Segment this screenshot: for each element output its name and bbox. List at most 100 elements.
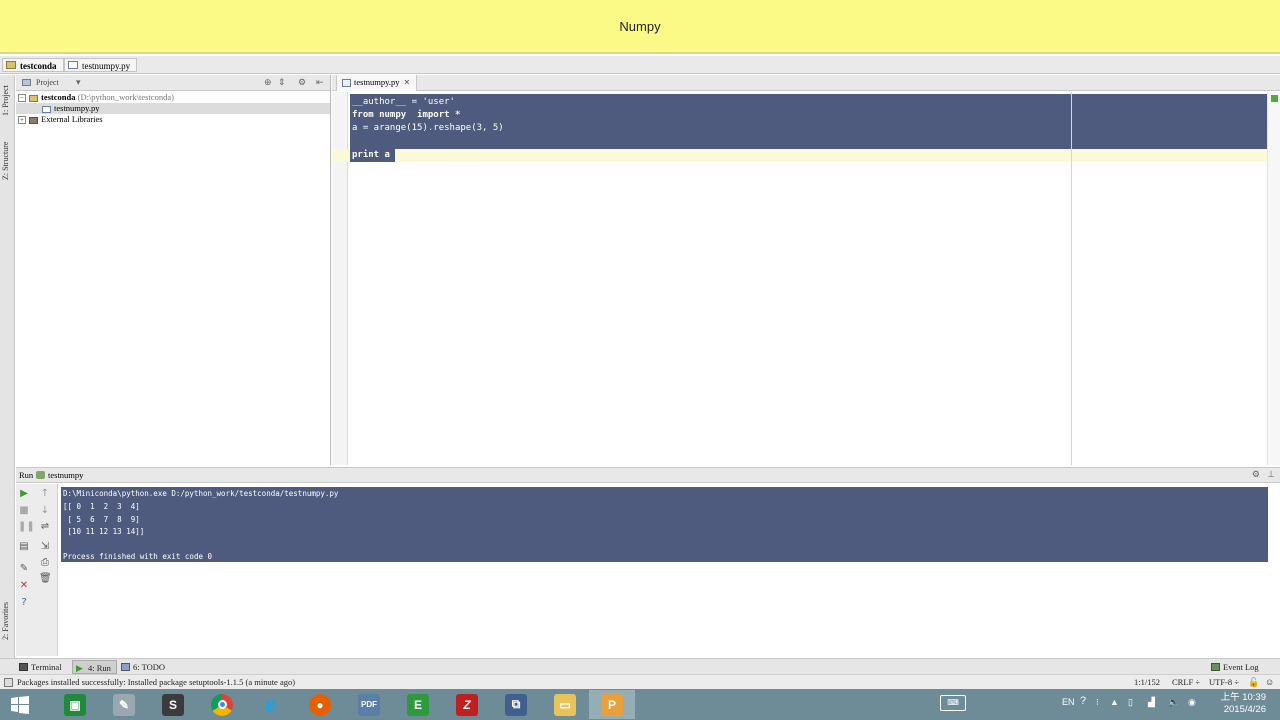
- editor-gutter[interactable]: [332, 92, 348, 465]
- windows-start-button[interactable]: [0, 689, 40, 720]
- tab-todo[interactable]: 6: TODO: [118, 660, 170, 674]
- run-config-name[interactable]: testnumpy: [48, 470, 83, 480]
- inspection-ok-icon[interactable]: [1271, 95, 1278, 102]
- taskbar-app-ie[interactable]: e: [248, 690, 294, 719]
- run-panel-header: Run testnumpy ⚙ ⊥: [16, 467, 1280, 483]
- tree-item-testconda[interactable]: − testconda (D:\python_work\testconda): [18, 92, 174, 103]
- taskbar-app-chrome[interactable]: [199, 690, 245, 719]
- taskbar-app-explorer[interactable]: ▣: [52, 690, 98, 719]
- tree-item-external-libraries[interactable]: + External Libraries: [18, 114, 103, 125]
- project-tool-tab[interactable]: 1: Project: [1, 79, 14, 123]
- up-arrow-icon[interactable]: ↑: [39, 488, 51, 500]
- library-icon: [29, 116, 38, 124]
- power-icon[interactable]: ▯: [1128, 697, 1133, 708]
- taskbar-app-pdf[interactable]: PDF: [346, 690, 392, 719]
- scroll-to-end-icon[interactable]: ⇲: [39, 541, 51, 553]
- system-clock[interactable]: 上午 10:39 2015/4/26: [1221, 692, 1266, 716]
- close-icon[interactable]: ✕: [18, 580, 30, 592]
- ime-settings-icon[interactable]: ⁝: [1096, 697, 1099, 708]
- tree-item-testnumpy[interactable]: testnumpy.py: [16, 103, 330, 114]
- run-console[interactable]: D:\Miniconda\python.exe D:/python_work/t…: [59, 484, 1280, 656]
- python-file-icon: [42, 105, 51, 113]
- editor-tab-testnumpy[interactable]: testnumpy.py ✕: [336, 75, 418, 91]
- down-arrow-icon[interactable]: ↓: [39, 505, 51, 517]
- collapse-icon[interactable]: ⇕: [278, 77, 286, 88]
- taskbar-app-pycharm[interactable]: P: [589, 690, 635, 719]
- navigation-bar: testconda testnumpy.py: [0, 56, 1280, 74]
- sync-icon[interactable]: ⊕: [264, 77, 272, 88]
- stop-icon[interactable]: ■: [18, 505, 30, 517]
- taskbar-app-paint[interactable]: ✎: [101, 690, 147, 719]
- network-icon[interactable]: ▟: [1148, 697, 1155, 708]
- code-line-5[interactable]: print a: [352, 149, 390, 162]
- inspector-icon[interactable]: ☺: [1265, 677, 1274, 687]
- breadcrumb-project[interactable]: testconda: [2, 58, 64, 72]
- event-log-icon: [1211, 663, 1220, 671]
- code-line-1[interactable]: __author__ = 'user': [352, 96, 455, 109]
- error-stripe[interactable]: [1267, 92, 1280, 465]
- tool-window-bar: Terminal ▶ 4: Run 6: TODO Event Log: [0, 658, 1280, 674]
- tab-run[interactable]: ▶ 4: Run: [72, 660, 117, 674]
- python-file-icon: [342, 79, 351, 87]
- status-message[interactable]: Packages installed successfully: Install…: [17, 677, 295, 687]
- project-view-selector[interactable]: Project: [36, 78, 59, 87]
- sublime-icon: S: [162, 693, 184, 716]
- folder-icon: [6, 61, 16, 69]
- keyboard-icon[interactable]: ⌨: [940, 695, 966, 711]
- gear-icon[interactable]: ⚙: [298, 77, 306, 88]
- breadcrumb-file[interactable]: testnumpy.py: [64, 58, 138, 72]
- taskbar-app-sublime[interactable]: S: [150, 690, 196, 719]
- restore-layout-icon[interactable]: ▤: [18, 541, 30, 553]
- console-line: [ 5 6 7 8 9]: [63, 515, 140, 524]
- console-line: D:\Miniconda\python.exe D:/python_work/t…: [63, 489, 339, 498]
- pause-icon[interactable]: ❚❚: [18, 521, 35, 533]
- line-separator[interactable]: CRLF ÷: [1172, 677, 1200, 687]
- volume-icon[interactable]: 🔈: [1168, 697, 1179, 708]
- python-file-icon: [68, 61, 78, 69]
- structure-tool-tab[interactable]: Z: Structure: [1, 135, 14, 187]
- taskbar-app-remote-desktop[interactable]: ⧉: [493, 690, 539, 719]
- clock-date: 2015/4/26: [1223, 704, 1266, 715]
- taskbar-app-evernote[interactable]: E: [395, 690, 441, 719]
- code-editor[interactable]: __author__ = 'user' from numpy import * …: [332, 92, 1280, 465]
- code-line-2[interactable]: from numpy import *: [352, 109, 460, 122]
- gear-icon[interactable]: ⚙: [1252, 469, 1260, 480]
- soft-wrap-icon[interactable]: ⇌: [39, 521, 51, 533]
- pdf-icon: PDF: [358, 693, 380, 716]
- status-toggle-icon[interactable]: [4, 678, 13, 687]
- chevron-down-icon[interactable]: ▾: [76, 77, 81, 88]
- hide-panel-icon[interactable]: ⇤: [316, 77, 324, 88]
- show-hidden-icons-icon[interactable]: ▲: [1110, 697, 1119, 707]
- code-line-3[interactable]: a = arange(15).reshape(3, 5): [352, 122, 504, 135]
- taskbar-app-file-explorer[interactable]: ▭: [542, 690, 588, 719]
- print-icon[interactable]: ⎙: [39, 557, 51, 569]
- hide-panel-icon[interactable]: ⊥: [1267, 469, 1275, 480]
- pycharm-icon: P: [601, 693, 623, 716]
- rerun-icon[interactable]: ▶: [18, 488, 30, 500]
- collapse-toggle-icon[interactable]: −: [18, 94, 26, 103]
- trash-icon[interactable]: 🗑: [39, 573, 52, 585]
- pin-icon[interactable]: ✎: [18, 563, 30, 575]
- taskbar-app-filezilla[interactable]: Z: [444, 690, 490, 719]
- file-encoding[interactable]: UTF-8 ÷: [1209, 677, 1239, 687]
- input-language[interactable]: EN: [1062, 697, 1075, 707]
- event-log-button[interactable]: Event Log: [1208, 660, 1264, 674]
- app-tray-icon[interactable]: ◉: [1188, 697, 1196, 708]
- taskbar-app-firefox[interactable]: ●: [297, 690, 343, 719]
- lock-icon[interactable]: 🔓: [1248, 677, 1259, 688]
- window-title-bar: Numpy: [0, 0, 1280, 54]
- right-margin-guide: [1071, 92, 1072, 465]
- windows-taskbar: ▣ ✎ S e ● PDF E Z ⧉ ▭ P ⌨ EN ? ⁝ ▲ ▯ ▟ 🔈…: [0, 689, 1280, 720]
- expand-toggle-icon[interactable]: +: [18, 116, 26, 125]
- left-tool-strip: 1: Project Z: Structure 2: Favorites: [0, 75, 15, 658]
- close-tab-icon[interactable]: ✕: [404, 78, 411, 87]
- run-panel-title: Run: [19, 470, 34, 480]
- editor-tab-bar: testnumpy.py ✕: [332, 75, 1280, 91]
- help-icon[interactable]: ?: [1080, 695, 1086, 707]
- tab-terminal[interactable]: Terminal: [16, 660, 67, 674]
- favorites-tool-tab[interactable]: 2: Favorites: [1, 595, 14, 647]
- help-icon[interactable]: ?: [18, 597, 30, 609]
- paint-icon: ✎: [113, 693, 135, 716]
- caret-position[interactable]: 1:1/152: [1134, 677, 1160, 687]
- status-bar: Packages installed successfully: Install…: [0, 674, 1280, 689]
